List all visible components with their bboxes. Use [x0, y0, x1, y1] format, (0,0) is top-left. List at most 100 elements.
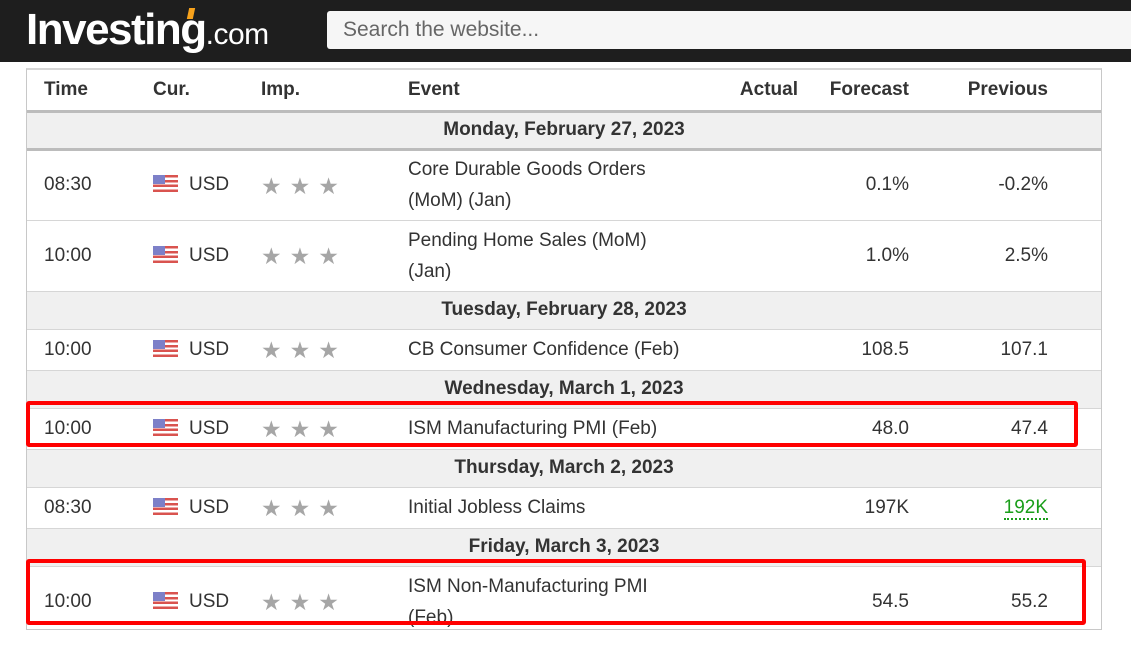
event-importance: ★ ★ ★ — [261, 566, 408, 637]
event-currency: USD — [153, 220, 261, 292]
event-name-line1[interactable]: Core Durable Goods Orders — [408, 159, 646, 180]
event-importance: ★ ★ ★ — [261, 487, 408, 529]
star-icon: ★ — [261, 243, 282, 269]
star-icon: ★ — [261, 416, 282, 442]
event-row[interactable]: 10:00 USD ★ ★ ★ ISM Manufacturing PMI (Feb… — [27, 408, 1101, 450]
column-header-actual[interactable]: Actual — [698, 70, 798, 113]
event-actual — [698, 566, 798, 637]
event-forecast: 108.5 — [798, 329, 909, 371]
day-date: Wednesday, March 1, 2023 — [27, 370, 1101, 409]
event-importance: ★ ★ ★ — [261, 329, 408, 371]
event-importance: ★ ★ ★ — [261, 408, 408, 450]
event-time: 10:00 — [27, 408, 153, 450]
top-navigation-bar: Investing .com — [0, 0, 1131, 62]
economic-calendar-table: Time Cur. Imp. Event Actual Forecast Pre… — [26, 68, 1102, 630]
event-currency: USD — [153, 149, 261, 221]
event-previous: 107.1 — [909, 329, 1048, 371]
currency-code: USD — [189, 496, 230, 518]
column-header-forecast[interactable]: Forecast — [798, 70, 909, 113]
event-currency: USD — [153, 329, 261, 371]
table-header-row: Time Cur. Imp. Event Actual Forecast Pre… — [27, 70, 1101, 113]
event-name-line2[interactable]: (MoM) (Jan) — [408, 190, 511, 211]
event-name-line1[interactable]: ISM Non-Manufacturing PMI — [408, 576, 648, 597]
event-importance: ★ ★ ★ — [261, 149, 408, 221]
column-header-previous[interactable]: Previous — [909, 70, 1048, 113]
us-flag-icon — [153, 497, 178, 515]
event-currency: USD — [153, 408, 261, 450]
star-icon: ★ — [318, 337, 339, 363]
event-time: 10:00 — [27, 329, 153, 371]
star-icon: ★ — [318, 243, 339, 269]
column-header-event[interactable]: Event — [408, 70, 698, 113]
event-name[interactable]: Pending Home Sales (MoM) (Jan) — [408, 220, 698, 292]
day-date: Friday, March 3, 2023 — [27, 528, 1101, 567]
event-name[interactable]: Core Durable Goods Orders (MoM) (Jan) — [408, 149, 698, 221]
event-name-line2[interactable]: (Jan) — [408, 261, 451, 282]
event-forecast: 0.1% — [798, 149, 909, 221]
star-icon: ★ — [318, 416, 339, 442]
column-header-spacer — [1048, 70, 1101, 113]
column-header-importance[interactable]: Imp. — [261, 70, 408, 113]
event-name[interactable]: Initial Jobless Claims — [408, 487, 698, 529]
event-name-line2[interactable]: (Feb) — [408, 607, 453, 628]
event-row[interactable]: 08:30 USD ★ ★ ★ Initial Jobless Claims 197… — [27, 487, 1101, 529]
event-row[interactable]: 10:00 USD ★ ★ ★ CB Consumer Confidence (Fe… — [27, 329, 1101, 371]
star-icon: ★ — [289, 589, 311, 616]
star-icon: ★ — [261, 172, 282, 199]
event-name[interactable]: ISM Manufacturing PMI (Feb) — [408, 408, 698, 450]
day-header-row: Thursday, March 2, 2023 — [27, 449, 1101, 488]
row-spacer — [1048, 566, 1101, 637]
currency-code: USD — [189, 174, 230, 195]
us-flag-icon — [153, 339, 178, 357]
event-actual — [698, 149, 798, 221]
currency-code: USD — [189, 590, 230, 612]
event-previous: -0.2% — [909, 149, 1048, 221]
event-previous: 2.5% — [909, 220, 1048, 292]
us-flag-icon — [153, 245, 178, 263]
column-header-currency[interactable]: Cur. — [153, 70, 261, 113]
logo-suffix-text: .com — [205, 18, 270, 51]
event-importance: ★ ★ ★ — [261, 220, 408, 292]
event-currency: USD — [153, 487, 261, 529]
day-date: Monday, February 27, 2023 — [27, 111, 1101, 151]
event-row[interactable]: 10:00 USD ★ ★ ★ ISM Non-Manufacturing PMI (… — [27, 566, 1101, 637]
revised-previous-value[interactable]: 192K — [1003, 496, 1048, 520]
logo-main-text: Investing — [26, 5, 207, 54]
day-date: Tuesday, February 28, 2023 — [27, 291, 1101, 330]
star-icon: ★ — [289, 416, 311, 442]
row-spacer — [1048, 329, 1101, 371]
event-name-line1[interactable]: Pending Home Sales (MoM) — [408, 230, 647, 251]
event-row[interactable]: 08:30 USD ★ ★ ★ Core Durable Goods Orders (… — [27, 149, 1101, 221]
event-actual — [698, 220, 798, 292]
event-currency: USD — [153, 566, 261, 637]
star-icon: ★ — [318, 172, 339, 199]
day-header-row: Friday, March 3, 2023 — [27, 528, 1101, 567]
day-header-row: Wednesday, March 1, 2023 — [27, 370, 1101, 409]
event-name[interactable]: CB Consumer Confidence (Feb) — [408, 329, 698, 371]
star-icon: ★ — [261, 589, 282, 616]
day-header-row: Monday, February 27, 2023 — [27, 111, 1101, 151]
event-forecast: 1.0% — [798, 220, 909, 292]
event-actual — [698, 408, 798, 450]
row-spacer — [1048, 408, 1101, 450]
event-previous: 55.2 — [1011, 590, 1048, 612]
currency-code: USD — [189, 338, 230, 360]
event-forecast: 54.5 — [872, 590, 909, 612]
row-spacer — [1048, 149, 1101, 221]
day-date: Thursday, March 2, 2023 — [27, 449, 1101, 488]
star-icon: ★ — [289, 172, 311, 199]
investing-logo[interactable]: Investing .com — [26, 4, 269, 56]
search-input[interactable] — [327, 11, 1131, 49]
star-icon: ★ — [318, 495, 339, 521]
event-time: 08:30 — [27, 487, 153, 529]
event-name[interactable]: ISM Non-Manufacturing PMI (Feb) — [408, 566, 698, 637]
event-actual — [698, 329, 798, 371]
us-flag-icon — [153, 175, 178, 193]
event-forecast: 197K — [798, 487, 909, 529]
event-row[interactable]: 10:00 USD ★ ★ ★ Pending Home Sales (MoM) (J… — [27, 220, 1101, 292]
event-time: 08:30 — [27, 149, 153, 221]
column-header-time[interactable]: Time — [27, 70, 153, 113]
event-time: 10:00 — [44, 590, 92, 612]
us-flag-icon — [153, 418, 178, 436]
star-icon: ★ — [289, 337, 311, 363]
